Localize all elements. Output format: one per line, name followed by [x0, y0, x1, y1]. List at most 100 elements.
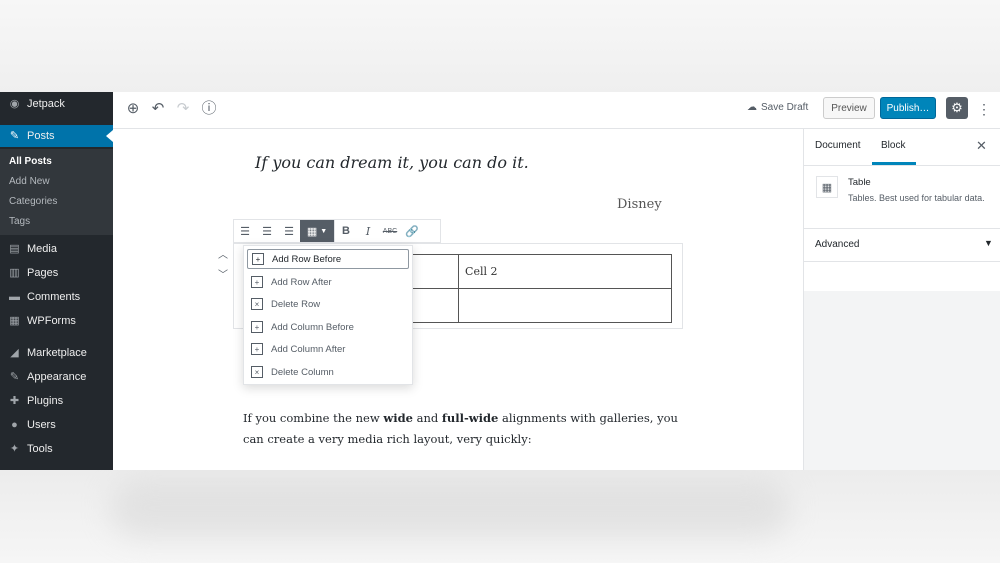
menu-item-label: Add Column After: [271, 343, 346, 355]
table-edit-dropdown-button[interactable]: ▦ ▼: [300, 220, 334, 242]
submenu-categories[interactable]: Categories: [9, 196, 57, 207]
table-cell[interactable]: Cell 2: [458, 254, 672, 289]
sidebar-item-label: Jetpack: [27, 98, 65, 110]
sidebar-item-tools[interactable]: ✦ Tools: [0, 438, 113, 460]
sidebar-item-pages[interactable]: ▥ Pages: [0, 262, 113, 284]
align-left-icon[interactable]: ☰: [234, 220, 256, 242]
block-card-title: Table: [848, 177, 871, 188]
sidebar-item-appearance[interactable]: ✎ Appearance: [0, 366, 113, 388]
submenu-all-posts[interactable]: All Posts: [9, 156, 52, 167]
menu-item-label: Add Row Before: [272, 253, 342, 265]
quote-text[interactable]: If you can dream it, you can do it.: [255, 153, 529, 172]
blurred-background-top: [0, 0, 1000, 92]
menu-item-label: Add Column Before: [271, 321, 354, 333]
sidebar-item-label: Pages: [27, 267, 59, 279]
sidebar-item-label: Marketplace: [27, 347, 87, 359]
caret-down-icon: ▼: [320, 227, 328, 235]
menu-item-label: Add Row After: [271, 276, 332, 288]
add-block-icon[interactable]: ⊕: [125, 101, 141, 117]
align-right-icon[interactable]: ☰: [278, 220, 300, 242]
submenu-add-new[interactable]: Add New: [9, 176, 50, 187]
quote-citation[interactable]: Disney: [617, 197, 662, 212]
admin-sidebar: ◉ Jetpack ✎ Posts All Posts Add New Cate…: [0, 92, 113, 470]
wrench-icon: ✦: [9, 442, 20, 455]
sidebar-item-label: WPForms: [27, 315, 76, 327]
sidebar-item-posts[interactable]: ✎ Posts: [0, 125, 113, 147]
sidebar-item-label: Comments: [27, 291, 81, 303]
sidebar-item-media[interactable]: ▤ Media: [0, 238, 113, 260]
marketplace-icon: ◢: [10, 346, 19, 359]
sidebar-item-users[interactable]: ● Users: [0, 414, 113, 436]
close-icon[interactable]: ✕: [976, 138, 987, 154]
sidebar-item-label: Plugins: [27, 395, 64, 407]
menu-item-add-column-before[interactable]: + Add Column Before: [247, 317, 409, 337]
bold-icon[interactable]: B: [335, 220, 357, 242]
settings-toggle-button[interactable]: ⚙: [946, 97, 968, 119]
settings-panel-body: Document Block ✕ ▦ Table Tables. Best us…: [804, 129, 1000, 291]
paragraph-text: and: [412, 411, 442, 425]
tab-block[interactable]: Block: [881, 140, 905, 151]
posts-submenu: All Posts Add New Categories Tags: [0, 149, 113, 235]
pages-icon: ▥: [9, 266, 20, 279]
link-icon[interactable]: 🔗: [401, 220, 423, 242]
paragraph-bold-text: wide: [383, 411, 413, 425]
more-options-icon[interactable]: ⋮: [977, 100, 991, 118]
pushpin-icon: ✎: [9, 129, 20, 142]
wordpress-editor-window: ◉ Jetpack ✎ Posts All Posts Add New Cate…: [0, 92, 1000, 470]
sidebar-item-label: Tools: [27, 443, 53, 455]
menu-item-delete-row[interactable]: × Delete Row: [247, 294, 409, 314]
paragraph-block[interactable]: If you combine the new wide and full-wid…: [243, 408, 683, 450]
sidebar-item-plugins[interactable]: ✚ Plugins: [0, 390, 113, 412]
caret-down-icon: ▼: [984, 238, 993, 248]
table-icon: ▦: [816, 176, 838, 198]
delete-row-icon: ×: [251, 298, 263, 310]
table-icon: ▦: [306, 225, 318, 238]
paragraph-bold-text: full-wide: [441, 411, 499, 425]
plugin-icon: ✚: [9, 394, 20, 407]
redo-icon[interactable]: ↷: [175, 101, 191, 117]
sidebar-item-marketplace[interactable]: ◢ Marketplace: [0, 342, 113, 364]
gear-icon: ⚙: [951, 100, 963, 115]
italic-icon[interactable]: I: [357, 220, 379, 242]
cloud-upload-icon: ☁: [747, 102, 757, 113]
tab-document[interactable]: Document: [815, 140, 861, 151]
menu-item-delete-column[interactable]: × Delete Column: [247, 362, 409, 382]
menu-item-add-column-after[interactable]: + Add Column After: [247, 339, 409, 359]
active-tab-indicator: [872, 162, 916, 165]
add-row-before-icon: +: [252, 253, 264, 265]
sidebar-item-jetpack[interactable]: ◉ Jetpack: [0, 93, 113, 115]
info-icon[interactable]: ⓘ: [201, 101, 217, 117]
undo-icon[interactable]: ↶: [150, 101, 166, 117]
add-row-after-icon: +: [251, 276, 263, 288]
paragraph-text: If you combine the new: [243, 411, 384, 425]
block-card-description: Tables. Best used for tabular data.: [848, 193, 985, 203]
editor-header: ⊕ ↶ ↷ ⓘ ☁ Save Draft Preview Publish… ⚙ …: [113, 92, 1000, 129]
preview-button[interactable]: Preview: [823, 97, 875, 119]
menu-item-add-row-after[interactable]: + Add Row After: [247, 272, 409, 292]
menu-item-add-row-before[interactable]: + Add Row Before: [247, 249, 409, 269]
table-cell[interactable]: [458, 288, 672, 323]
editor-canvas: If you can dream it, you can do it. Disn…: [113, 129, 803, 470]
blurred-shadow: [110, 478, 790, 538]
sidebar-item-label: Users: [27, 419, 56, 431]
delete-column-icon: ×: [251, 366, 263, 378]
settings-sidebar: Document Block ✕ ▦ Table Tables. Best us…: [803, 129, 1000, 470]
save-draft-button[interactable]: ☁ Save Draft: [747, 102, 808, 113]
strikethrough-icon[interactable]: ABC: [379, 220, 401, 242]
add-column-before-icon: +: [251, 321, 263, 333]
media-icon: ▤: [9, 242, 20, 255]
jetpack-icon: ◉: [9, 97, 20, 110]
move-up-icon[interactable]: ︿: [217, 246, 229, 261]
move-down-icon[interactable]: ﹀: [217, 266, 229, 281]
advanced-panel-toggle[interactable]: Advanced ▼: [804, 229, 1000, 262]
menu-item-label: Delete Row: [271, 298, 321, 310]
align-center-icon[interactable]: ☰: [256, 220, 278, 242]
sidebar-item-label: Appearance: [27, 371, 87, 383]
publish-button[interactable]: Publish…: [880, 97, 936, 119]
table-edit-menu: + Add Row Before + Add Row After × Delet…: [243, 245, 413, 385]
submenu-tags[interactable]: Tags: [9, 216, 30, 227]
sidebar-item-comments[interactable]: ▬ Comments: [0, 286, 113, 308]
settings-tabs: Document Block ✕: [804, 129, 1000, 166]
save-draft-label: Save Draft: [761, 102, 809, 113]
sidebar-item-wpforms[interactable]: ▦ WPForms: [0, 310, 113, 332]
